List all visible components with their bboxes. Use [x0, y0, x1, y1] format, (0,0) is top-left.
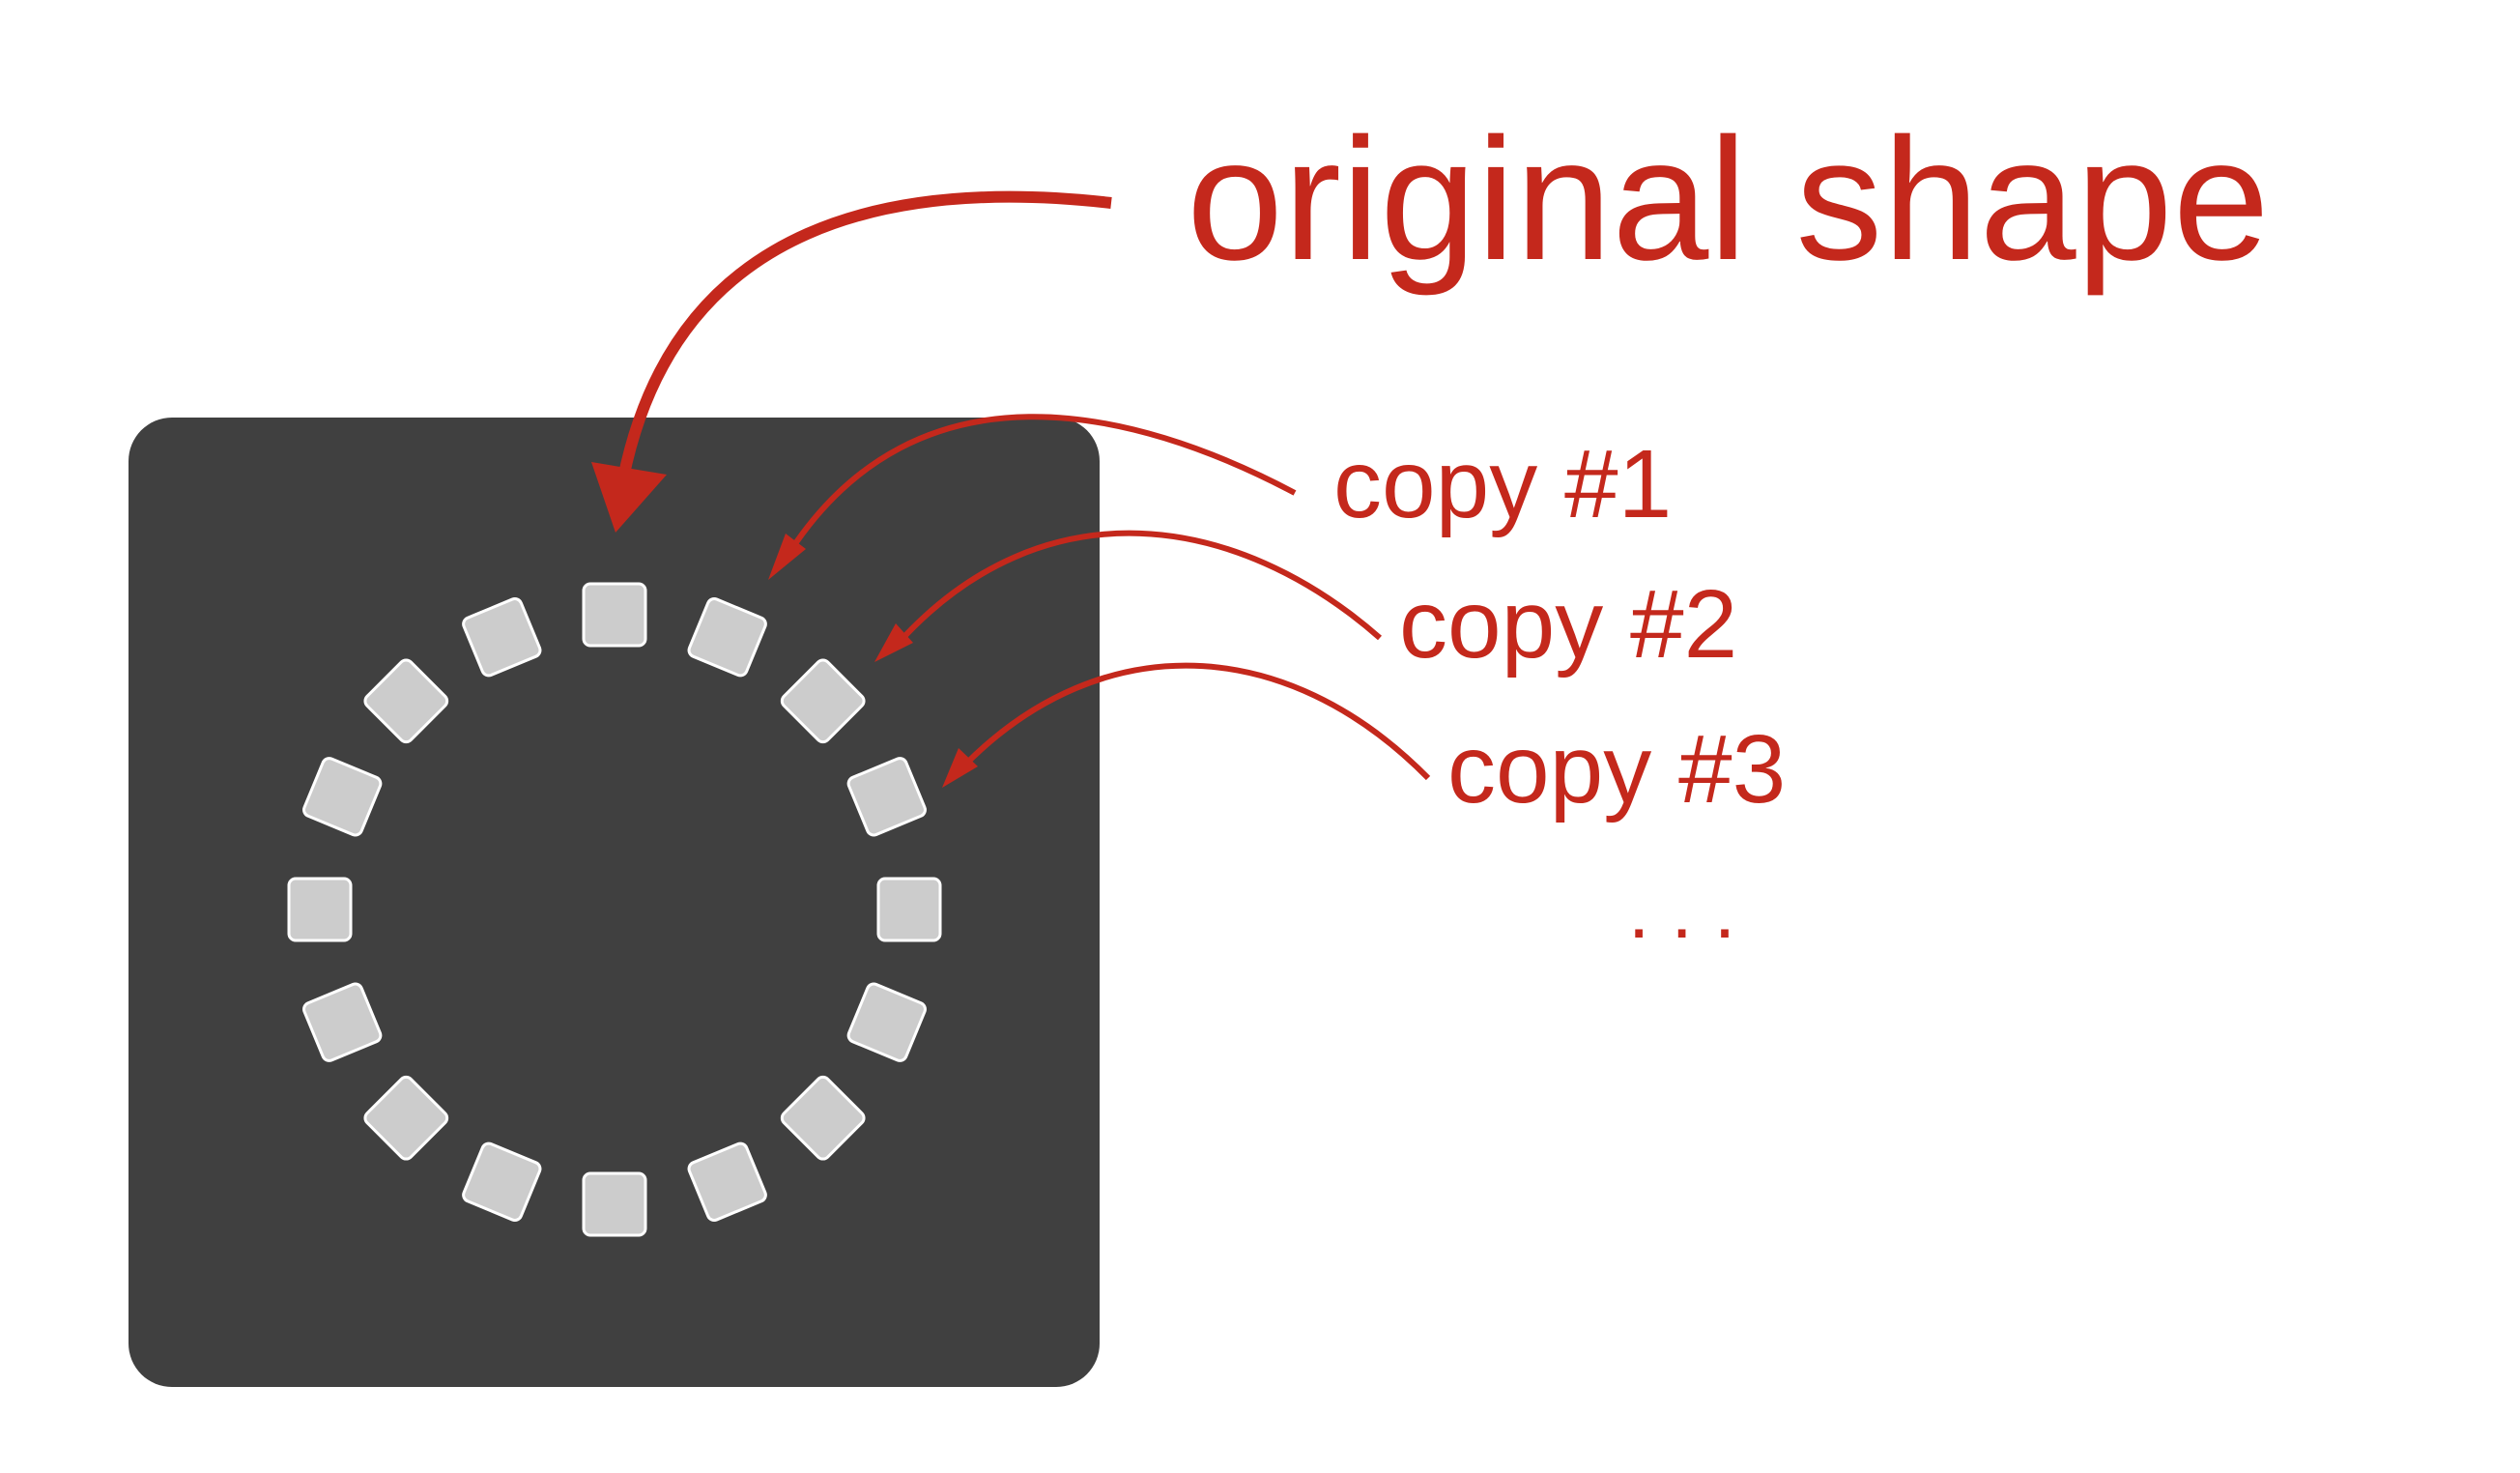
- copy-3-label: copy #3: [1447, 715, 1786, 823]
- diagram-canvas: original shape copy #1 copy #2 copy #3 .…: [129, 102, 2270, 1387]
- original-shape-label: original shape: [1187, 102, 2270, 297]
- canvas-panel: [129, 418, 1100, 1387]
- original-square: [582, 582, 647, 648]
- copy-2-label: copy #2: [1399, 570, 1737, 679]
- copy-square-4: [876, 877, 942, 942]
- copy-square-12: [287, 877, 353, 942]
- copy-1-label: copy #1: [1333, 430, 1672, 538]
- copy-square-8: [582, 1171, 647, 1237]
- ellipsis-label: . . .: [1628, 868, 1735, 954]
